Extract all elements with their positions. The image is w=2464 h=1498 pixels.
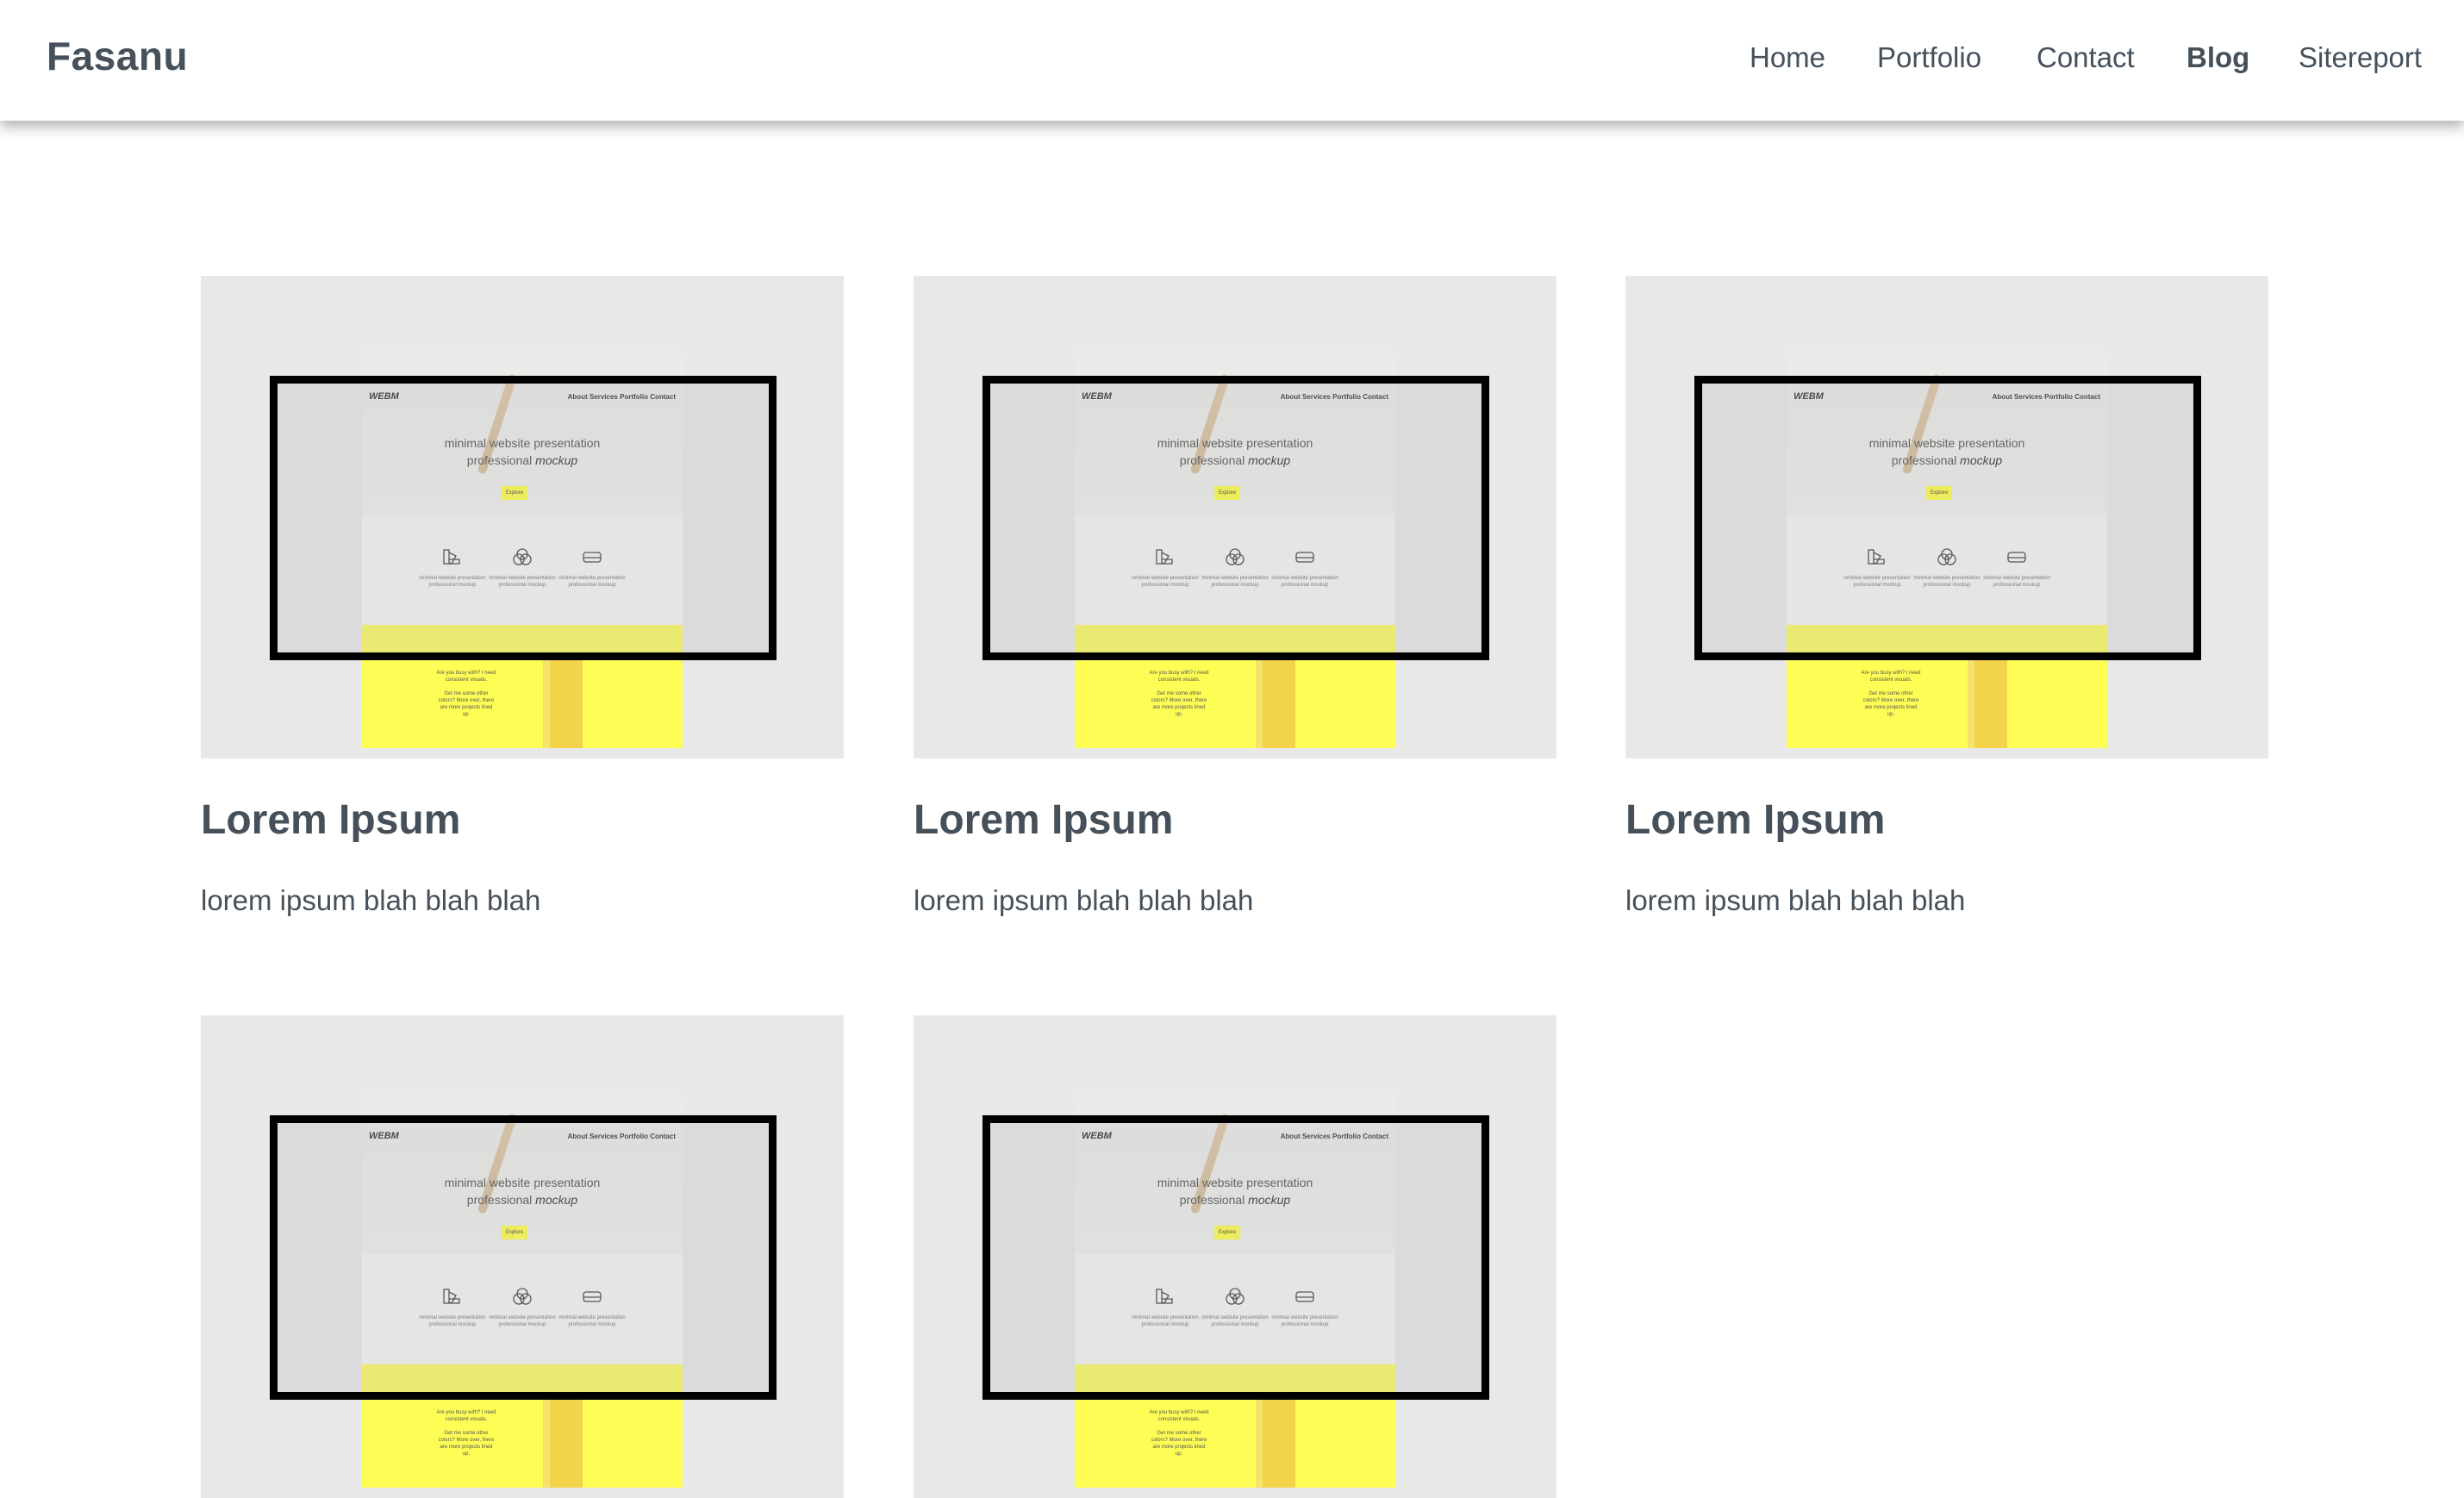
blog-card: WEBM About Services Portfolio Contact mi… xyxy=(201,1015,844,1498)
mockup-yellow-panel xyxy=(1256,656,1295,748)
post-thumbnail[interactable]: WEBM About Services Portfolio Contact mi… xyxy=(1625,276,2268,758)
site-header: Fasanu Home Portfolio Contact Blog Siter… xyxy=(0,0,2464,121)
nav-sitereport[interactable]: Sitereport xyxy=(2299,41,2422,74)
blog-card: WEBM About Services Portfolio Contact mi… xyxy=(914,1015,1556,1498)
blog-card: WEBM About Services Portfolio Contact mi… xyxy=(1625,276,2268,916)
mockup-yellow-text: Are you busy with? I need consistent vis… xyxy=(436,1410,496,1457)
post-title[interactable]: Lorem Ipsum xyxy=(201,796,460,844)
monitor-frame xyxy=(982,376,1489,660)
mockup-yellow-text: Are you busy with? I need consistent vis… xyxy=(1149,1410,1209,1457)
blog-card: WEBM About Services Portfolio Contact mi… xyxy=(914,276,1556,916)
mockup-yellow-panel xyxy=(1256,1395,1295,1488)
monitor-frame xyxy=(982,1115,1489,1400)
post-thumbnail[interactable]: WEBM About Services Portfolio Contact mi… xyxy=(201,1015,844,1498)
post-thumbnail[interactable]: WEBM About Services Portfolio Contact mi… xyxy=(914,1015,1556,1498)
monitor-frame xyxy=(270,376,777,660)
blog-card: WEBM About Services Portfolio Contact mi… xyxy=(201,276,844,916)
mockup-yellow-text: Are you busy with? I need consistent vis… xyxy=(1861,671,1921,717)
mockup-yellow-panel xyxy=(543,1395,583,1488)
nav-home[interactable]: Home xyxy=(1750,41,1825,74)
post-excerpt: lorem ipsum blah blah blah xyxy=(1625,884,1966,916)
nav-portfolio[interactable]: Portfolio xyxy=(1877,41,1981,74)
mockup-yellow-text: Are you busy with? I need consistent vis… xyxy=(436,671,496,717)
mockup-yellow-text: Are you busy with? I need consistent vis… xyxy=(1149,671,1209,717)
post-title[interactable]: Lorem Ipsum xyxy=(1625,796,1885,844)
monitor-frame xyxy=(270,1115,777,1400)
nav-contact[interactable]: Contact xyxy=(2037,41,2135,74)
main-nav: Home Portfolio Contact Blog Sitereport xyxy=(0,41,2464,79)
monitor-frame xyxy=(1694,376,2201,660)
post-excerpt: lorem ipsum blah blah blah xyxy=(914,884,1254,916)
post-thumbnail[interactable]: WEBM About Services Portfolio Contact mi… xyxy=(914,276,1556,758)
post-thumbnail[interactable]: WEBM About Services Portfolio Contact mi… xyxy=(201,276,844,758)
mockup-yellow-panel xyxy=(543,656,583,748)
post-excerpt: lorem ipsum blah blah blah xyxy=(201,884,541,916)
nav-blog[interactable]: Blog xyxy=(2186,41,2249,74)
mockup-yellow-panel xyxy=(1968,656,2007,748)
post-title[interactable]: Lorem Ipsum xyxy=(914,796,1173,844)
blog-grid: WEBM About Services Portfolio Contact mi… xyxy=(0,0,2464,1498)
